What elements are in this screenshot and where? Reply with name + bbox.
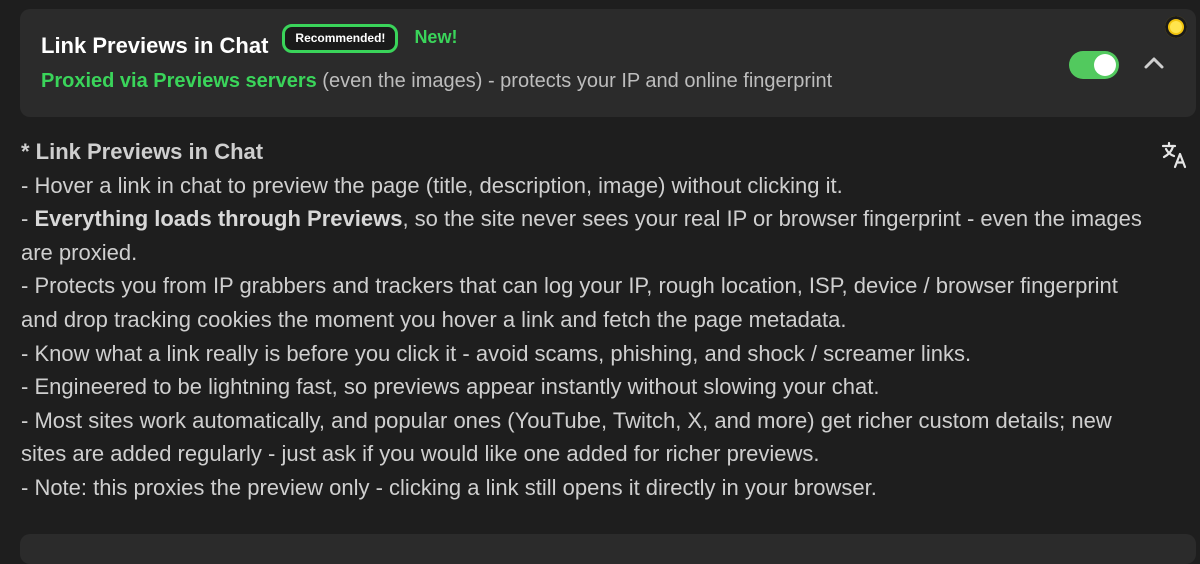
setting-title-row: Link Previews in Chat Recommended! New!: [41, 23, 457, 65]
description-line: - Everything loads through Previews, so …: [21, 202, 1156, 269]
enable-toggle[interactable]: [1069, 51, 1119, 79]
next-setting-card: [20, 534, 1196, 564]
description-line: - Know what a link really is before you …: [21, 340, 972, 366]
setting-description: * Link Previews in Chat - Hover a link i…: [21, 135, 1156, 505]
status-dot-icon: [1165, 16, 1187, 38]
description-heading: * Link Previews in Chat: [21, 139, 264, 164]
setting-card: Link Previews in Chat Recommended! New! …: [20, 9, 1196, 117]
description-line: - Protects you from IP grabbers and trac…: [21, 273, 1118, 332]
description-line: - Most sites work automatically, and pop…: [21, 407, 1112, 467]
toggle-knob: [1094, 54, 1116, 76]
subtitle-highlight: Proxied via Previews servers: [41, 70, 317, 92]
description-bold: Everything loads through Previews: [34, 206, 403, 232]
line-prefix: -: [21, 206, 35, 232]
description-line: - Hover a link in chat to preview the pa…: [21, 172, 843, 198]
setting-subtitle: Proxied via Previews servers (even the i…: [41, 70, 832, 93]
description-line: - Engineered to be lightning fast, so pr…: [21, 374, 880, 400]
subtitle-rest: (even the images) - protects your IP and…: [316, 70, 833, 92]
setting-title: Link Previews in Chat: [41, 33, 269, 58]
description-line: - Note: this proxies the preview only - …: [21, 474, 877, 500]
chevron-up-icon[interactable]: [1140, 49, 1168, 77]
new-badge: New!: [414, 26, 458, 47]
translate-icon[interactable]: [1160, 140, 1190, 170]
recommended-badge: Recommended!: [282, 23, 399, 53]
